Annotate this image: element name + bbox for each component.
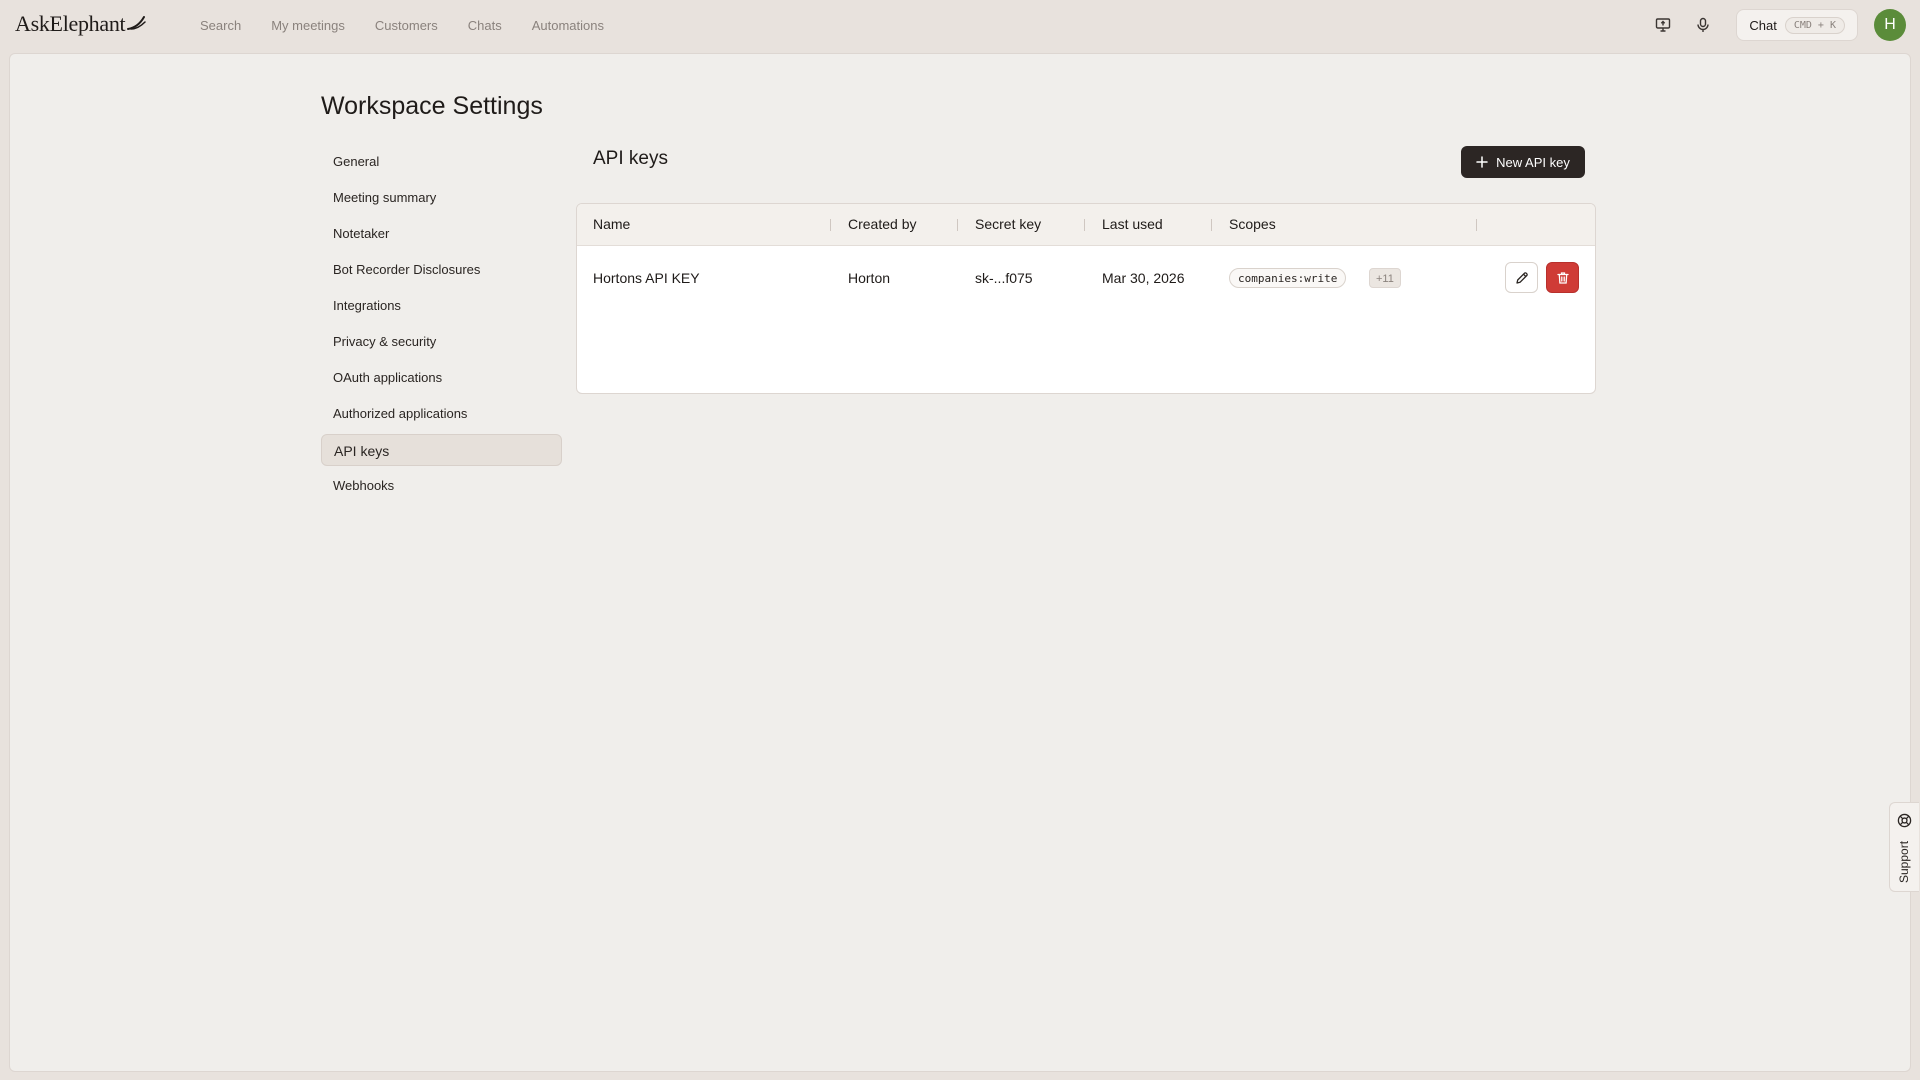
nav-customers[interactable]: Customers: [375, 18, 438, 33]
cell-name: Hortons API KEY: [593, 270, 700, 286]
monitor-icon: [1656, 18, 1671, 32]
cell-last-used: Mar 30, 2026: [1102, 270, 1185, 286]
column-header-last-used[interactable]: Last used: [1102, 204, 1163, 245]
column-header-name[interactable]: Name: [593, 204, 630, 245]
sidebar-item-webhooks[interactable]: Webhooks: [321, 470, 562, 502]
nav-chats[interactable]: Chats: [468, 18, 502, 33]
column-resize-handle[interactable]: [830, 219, 831, 231]
table-header: Name Created by Secret key Last used Sco…: [577, 204, 1595, 246]
sidebar-item-api-keys[interactable]: API keys: [321, 434, 562, 466]
column-header-secret-key[interactable]: Secret key: [975, 204, 1041, 245]
column-header-scopes[interactable]: Scopes: [1229, 204, 1276, 245]
new-api-key-button[interactable]: New API key: [1461, 146, 1585, 178]
main-nav: Search My meetings Customers Chats Autom…: [200, 0, 634, 50]
sidebar-item-meeting-summary[interactable]: Meeting summary: [321, 182, 562, 214]
top-right-actions: Chat CMD + K H: [1650, 0, 1920, 50]
trash-icon: [1556, 271, 1569, 284]
screen-share-button[interactable]: [1650, 12, 1676, 38]
sidebar-item-notetaker[interactable]: Notetaker: [321, 218, 562, 250]
cell-created-by: Horton: [848, 270, 891, 286]
pencil-icon: [1515, 271, 1528, 284]
nav-my-meetings[interactable]: My meetings: [271, 18, 345, 33]
column-resize-handle[interactable]: [1084, 219, 1085, 231]
chat-shortcut-badge: CMD + K: [1784, 16, 1845, 34]
more-scopes-badge[interactable]: +11: [1369, 268, 1401, 288]
column-header-created-by[interactable]: Created by: [848, 204, 916, 245]
section-title: API keys: [593, 148, 668, 169]
delete-api-key-button[interactable]: [1546, 262, 1579, 293]
support-label: Support: [1897, 840, 1911, 883]
user-avatar[interactable]: H: [1874, 9, 1906, 41]
sidebar-item-bot-recorder-disclosures[interactable]: Bot Recorder Disclosures: [321, 254, 562, 286]
sidebar-item-privacy-security[interactable]: Privacy & security: [321, 326, 562, 358]
settings-sidebar: General Meeting summary Notetaker Bot Re…: [321, 146, 562, 506]
sidebar-item-authorized-applications[interactable]: Authorized applications: [321, 398, 562, 430]
column-resize-handle[interactable]: [1211, 219, 1212, 231]
table-row: Hortons API KEY Horton sk-...f075 Mar 30…: [577, 246, 1595, 310]
sidebar-item-integrations[interactable]: Integrations: [321, 290, 562, 322]
microphone-icon: [1697, 17, 1710, 32]
new-api-key-label: New API key: [1496, 154, 1570, 170]
support-tab[interactable]: Support: [1889, 802, 1919, 892]
edit-api-key-button[interactable]: [1505, 262, 1538, 293]
cell-secret-key: sk-...f075: [975, 270, 1033, 286]
column-resize-handle[interactable]: [1476, 219, 1477, 231]
api-keys-table: Name Created by Secret key Last used Sco…: [576, 203, 1596, 394]
nav-automations[interactable]: Automations: [532, 18, 604, 33]
plus-icon: [1476, 156, 1488, 168]
nav-search[interactable]: Search: [200, 18, 241, 33]
chat-button-label: Chat: [1749, 17, 1777, 33]
settings-panel: Workspace Settings General Meeting summa…: [9, 53, 1911, 1072]
chat-button[interactable]: Chat CMD + K: [1736, 9, 1858, 41]
life-buoy-icon: [1897, 813, 1912, 828]
app-logo[interactable]: AskElephant: [15, 11, 147, 37]
record-button[interactable]: [1690, 12, 1716, 38]
sidebar-item-oauth-applications[interactable]: OAuth applications: [321, 362, 562, 394]
page-title: Workspace Settings: [321, 92, 543, 120]
app-logo-text: AskElephant: [15, 11, 126, 36]
elephant-tusk-icon: [127, 16, 147, 30]
column-resize-handle[interactable]: [957, 219, 958, 231]
top-bar: AskElephant Search My meetings Customers…: [0, 0, 1920, 52]
scope-badge: companies:write: [1229, 268, 1347, 288]
sidebar-item-general[interactable]: General: [321, 146, 562, 178]
